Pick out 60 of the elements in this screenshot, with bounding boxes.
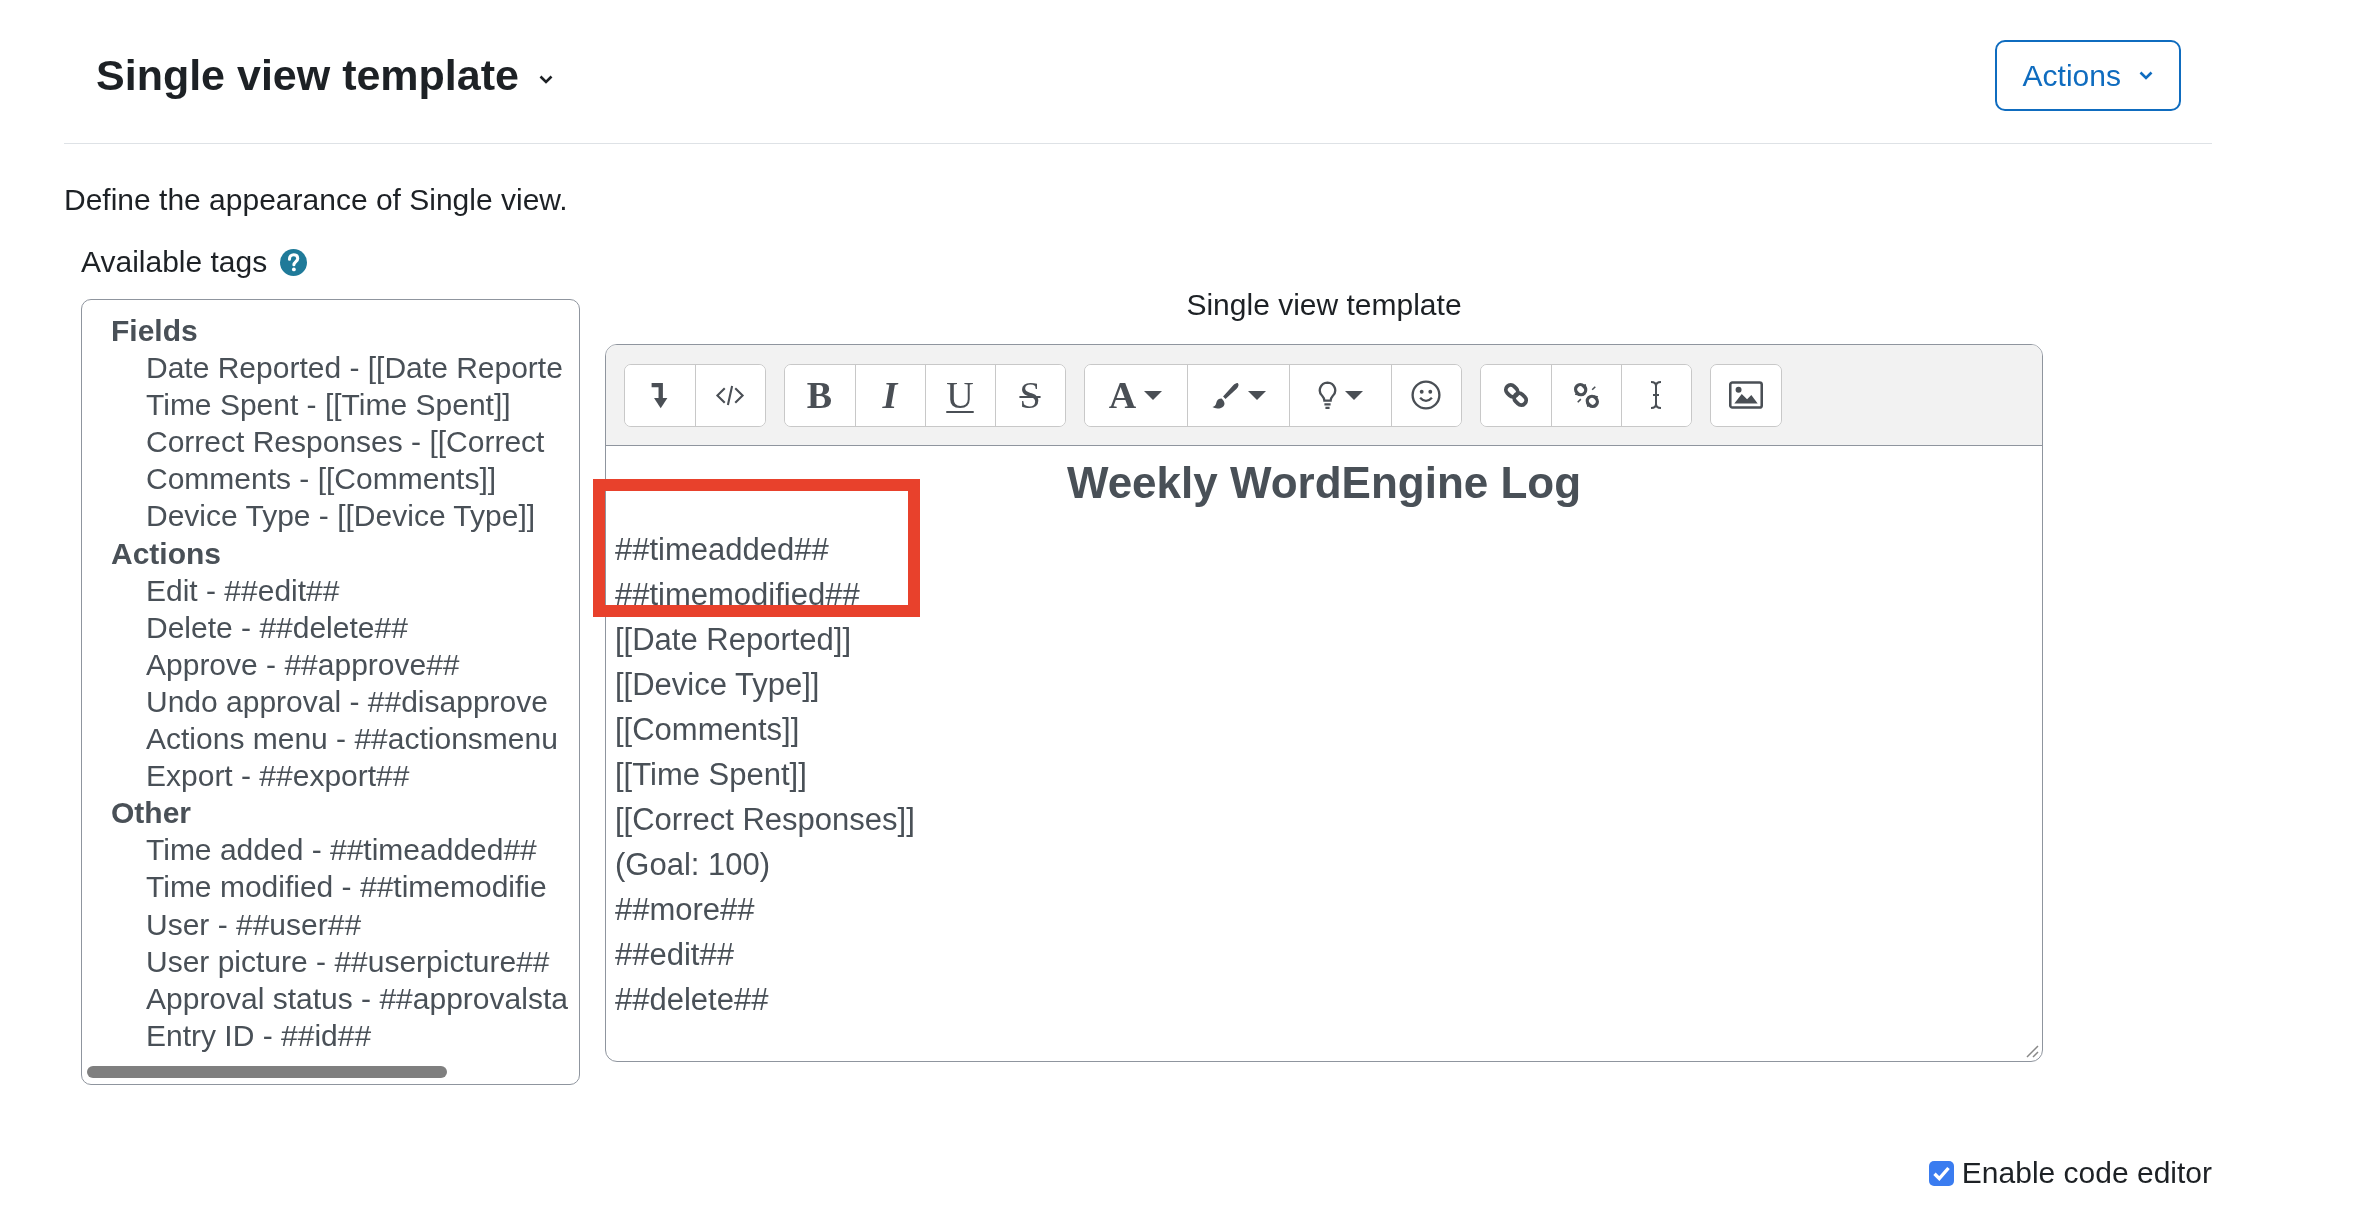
tag-option[interactable]: Time modified - ##timemodifie (146, 868, 551, 906)
template-line: [[Device Type]] (615, 665, 820, 704)
tag-group-heading: Other (111, 795, 191, 832)
chevron-down-icon (2139, 71, 2153, 80)
tag-option[interactable]: Device Type - [[Device Type]] (146, 497, 540, 535)
actions-button[interactable]: Actions (1994, 40, 2181, 111)
tag-group-heading: Fields (111, 313, 198, 349)
lightbulb-icon (1317, 380, 1337, 410)
template-line: ##delete## (615, 980, 769, 1019)
page-title-menu[interactable]: Single view template (96, 40, 553, 111)
tag-option[interactable]: User picture - ##userpicture## (146, 942, 554, 980)
template-line: ##timeadded## (615, 530, 829, 569)
page-description: Define the appearance of Single view. (64, 182, 568, 218)
template-line: [[Comments]] (615, 710, 800, 749)
editor-text-area[interactable]: Weekly WordEngine Log ##timeadded## ##timemodified## [[Date Reported]] [[Device Type]] [[Comments]] [[Time Spent]] [[Correct Responses]] (Goal: 100) ##more## ##edit## ##delete## (606, 446, 2042, 1061)
resize-grip-icon[interactable] (2025, 1044, 2039, 1058)
brush-icon (1210, 380, 1240, 410)
template-line: ##more## (615, 890, 755, 929)
chevron-down-icon (538, 75, 553, 84)
strikethrough-button[interactable]: S (994, 364, 1065, 426)
tag-option[interactable]: Time Spent - [[Time Spent]] (146, 386, 515, 424)
emoji-button[interactable] (1390, 364, 1461, 426)
tag-option[interactable]: Delete - ##delete## (146, 608, 412, 646)
tag-option[interactable]: Undo approval - ##disapprove (146, 682, 552, 721)
image-icon (1728, 381, 1763, 409)
tag-option[interactable]: Approve - ##approve## (146, 645, 464, 683)
template-line: [[Date Reported]] (615, 620, 852, 659)
editor-label: Single view template (1186, 287, 1462, 323)
code-editor-checkbox[interactable] (1928, 1160, 1954, 1186)
template-line: ##edit## (615, 935, 734, 974)
i-beam-icon (1649, 379, 1663, 411)
tag-option[interactable]: Date Reported - [[Date Reporte (146, 349, 567, 387)
caret-icon (1344, 390, 1363, 400)
tag-option[interactable]: Approval status - ##approvalsta (146, 979, 572, 1017)
caret-icon (1144, 390, 1163, 400)
html-source-button[interactable] (694, 364, 765, 426)
turn-down-arrow-icon (651, 381, 668, 409)
tag-option[interactable]: Correct Responses - [[Correct (146, 423, 549, 461)
help-icon[interactable] (280, 248, 308, 276)
tag-option[interactable]: Edit - ##edit## (146, 571, 344, 609)
template-line: ##timemodified## (615, 575, 860, 614)
tag-option[interactable]: Comments - [[Comments]] (146, 460, 501, 498)
checkbox-label: Enable code editor (1961, 1155, 2212, 1191)
tag-option[interactable]: Export - ##export## (146, 757, 414, 795)
tag-group-heading: Actions (111, 535, 221, 572)
tag-option[interactable]: Actions menu - ##actionsmenu (146, 720, 562, 758)
tags-label: Available tags (81, 244, 268, 280)
image-button[interactable] (1710, 364, 1781, 426)
code-icon (715, 384, 745, 406)
smiley-icon (1411, 380, 1441, 410)
template-line: [[Time Spent]] (615, 755, 807, 794)
caret-icon (1247, 390, 1266, 400)
template-heading: Weekly WordEngine Log (1066, 457, 1582, 509)
tag-option[interactable]: User - ##user## (146, 905, 366, 943)
tag-option[interactable]: Time added - ##timeadded## (146, 831, 541, 869)
template-line: (Goal: 100) (615, 845, 771, 884)
tag-option[interactable]: Entry ID - ##id## (146, 1016, 376, 1054)
tags-listbox[interactable] (81, 299, 580, 1085)
scrollbar-thumb[interactable] (87, 1065, 447, 1078)
template-line: [[Correct Responses]] (615, 800, 915, 839)
